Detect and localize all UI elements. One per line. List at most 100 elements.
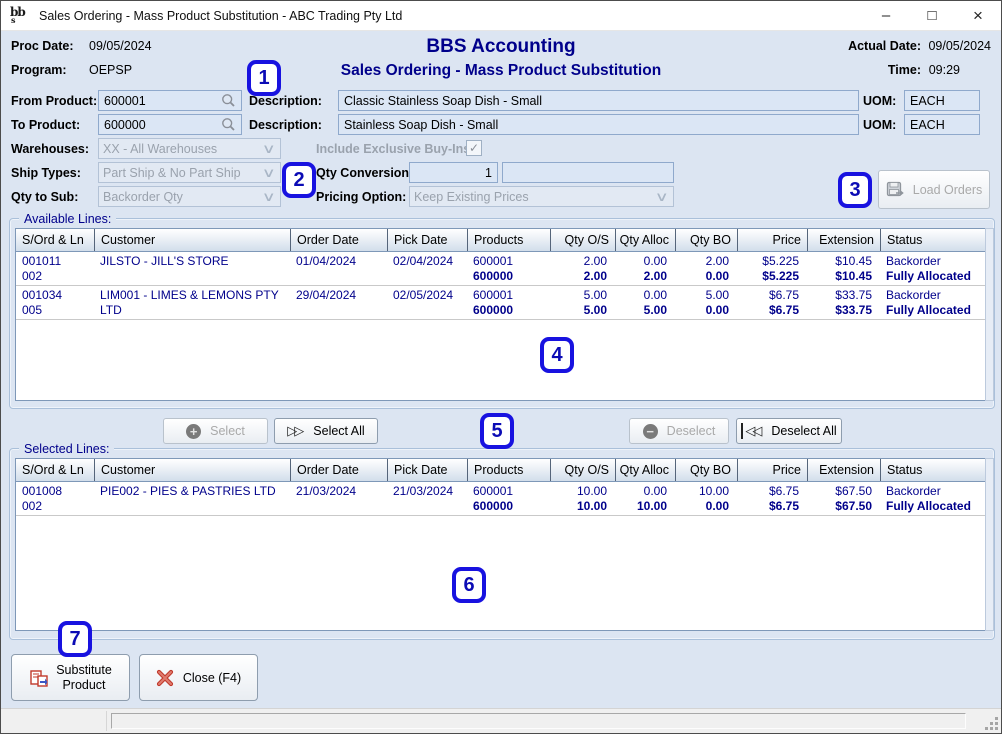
- callout-7: 7: [58, 621, 92, 657]
- minimize-icon[interactable]: –: [863, 1, 909, 30]
- col-price[interactable]: Price: [737, 459, 807, 481]
- from-product-input[interactable]: 600001: [98, 90, 242, 111]
- col-qty-alloc[interactable]: Qty Alloc: [615, 459, 675, 481]
- pricing-option-dropdown[interactable]: Keep Existing Prices ∨: [409, 186, 674, 207]
- col-pick-date[interactable]: Pick Date: [387, 459, 467, 481]
- warehouses-label: Warehouses:: [11, 142, 89, 156]
- resize-grip[interactable]: [986, 718, 998, 730]
- to-description-value: Stainless Soap Dish - Small: [344, 118, 498, 132]
- col-status[interactable]: Status: [880, 229, 985, 251]
- deselect-all-icon: ◁◁: [741, 423, 762, 439]
- available-table-scrollbar[interactable]: [985, 228, 994, 401]
- close-icon: [156, 669, 174, 687]
- qty-bo: 2.00: [681, 254, 729, 269]
- col-status[interactable]: Status: [880, 459, 985, 481]
- price: $6.75: [743, 288, 799, 303]
- to-uom-label: UOM:: [863, 118, 896, 132]
- table-row[interactable]: 001008002 PIE002 - PIES & PASTRIES LTD 2…: [16, 482, 985, 516]
- callout-6: 6: [452, 567, 486, 603]
- status: Backorder: [886, 484, 979, 499]
- qty-os: 5.00: [556, 288, 607, 303]
- col-pick-date[interactable]: Pick Date: [387, 229, 467, 251]
- qty-os: 10.00: [556, 484, 607, 499]
- qty-conversion-label: Qty Conversion:: [316, 166, 413, 180]
- col-customer[interactable]: Customer: [94, 459, 290, 481]
- col-order-date[interactable]: Order Date: [290, 229, 387, 251]
- pick-date: 02/05/2024: [393, 288, 461, 303]
- product-to: 600000: [473, 499, 544, 514]
- maximize-icon[interactable]: □: [909, 1, 955, 30]
- search-icon[interactable]: [221, 93, 236, 108]
- close-window-icon[interactable]: ×: [955, 1, 1001, 30]
- from-uom-input[interactable]: EACH: [904, 90, 980, 111]
- customer: JILSTO - JILL'S STORE: [100, 254, 284, 269]
- to-uom-input[interactable]: EACH: [904, 114, 980, 135]
- substitute-product-button[interactable]: Substitute Product: [11, 654, 130, 701]
- customer: PIE002 - PIES & PASTRIES LTD: [100, 484, 284, 499]
- deselect-all-button[interactable]: ◁◁ Deselect All: [736, 418, 842, 444]
- table-row[interactable]: 001011002 JILSTO - JILL'S STORE 01/04/20…: [16, 252, 985, 286]
- col-products[interactable]: Products: [467, 229, 550, 251]
- select-button[interactable]: + Select: [163, 418, 268, 444]
- ship-types-label: Ship Types:: [11, 166, 81, 180]
- ship-types-value: Part Ship & No Part Ship: [103, 166, 241, 180]
- to-product-label: To Product:: [11, 118, 80, 132]
- qty-to-sub-dropdown[interactable]: Backorder Qty ∨: [98, 186, 281, 207]
- status: Backorder: [886, 254, 979, 269]
- select-plus-icon: +: [186, 424, 201, 439]
- from-uom-value: EACH: [910, 94, 945, 108]
- from-description-input[interactable]: Classic Stainless Soap Dish - Small: [338, 90, 859, 111]
- pricing-option-label: Pricing Option:: [316, 190, 406, 204]
- screen-title: Sales Ordering - Mass Product Substituti…: [1, 62, 1001, 80]
- warehouses-value: XX - All Warehouses: [103, 142, 217, 156]
- col-price[interactable]: Price: [737, 229, 807, 251]
- close-button[interactable]: Close (F4): [139, 654, 258, 701]
- ord-no: 001011: [22, 254, 88, 269]
- status-divider: [106, 711, 107, 731]
- ord-no: 001008: [22, 484, 88, 499]
- window-controls: – □ ×: [863, 1, 1001, 30]
- col-qty-bo[interactable]: Qty BO: [675, 459, 737, 481]
- close-label: Close (F4): [183, 671, 241, 685]
- to-uom-value: EACH: [910, 118, 945, 132]
- selected-lines-group-label: Selected Lines:: [19, 442, 114, 456]
- col-products[interactable]: Products: [467, 459, 550, 481]
- warehouses-dropdown[interactable]: XX - All Warehouses ∨: [98, 138, 281, 159]
- to-description-input[interactable]: Stainless Soap Dish - Small: [338, 114, 859, 135]
- table-row[interactable]: 001034005 LIM001 - LIMES & LEMONS PTYLTD…: [16, 286, 985, 320]
- available-table-header: S/Ord & Ln Customer Order Date Pick Date…: [16, 229, 985, 252]
- deselect-button[interactable]: − Deselect: [629, 418, 729, 444]
- ord-line: 002: [22, 499, 88, 514]
- col-extension[interactable]: Extension: [807, 229, 880, 251]
- search-icon[interactable]: [221, 117, 236, 132]
- qty-conversion-input[interactable]: 1: [409, 162, 498, 183]
- to-product-input[interactable]: 600000: [98, 114, 242, 135]
- from-product-label: From Product:: [11, 94, 97, 108]
- col-sord-ln[interactable]: S/Ord & Ln: [16, 229, 94, 251]
- col-order-date[interactable]: Order Date: [290, 459, 387, 481]
- price: $5.225: [743, 254, 799, 269]
- from-uom-label: UOM:: [863, 94, 896, 108]
- col-extension[interactable]: Extension: [807, 459, 880, 481]
- select-all-button[interactable]: ▷▷ Select All: [274, 418, 378, 444]
- customer: LIM001 - LIMES & LEMONS PTY: [100, 288, 284, 303]
- col-customer[interactable]: Customer: [94, 229, 290, 251]
- time-label: Time:: [888, 63, 921, 77]
- to-description-label: Description:: [249, 118, 322, 132]
- callout-5: 5: [480, 413, 514, 449]
- col-qty-bo[interactable]: Qty BO: [675, 229, 737, 251]
- status: Backorder: [886, 288, 979, 303]
- available-lines-group-label: Available Lines:: [19, 212, 116, 226]
- col-qty-alloc[interactable]: Qty Alloc: [615, 229, 675, 251]
- qty-conversion-secondary-input[interactable]: [502, 162, 674, 183]
- col-qty-os[interactable]: Qty O/S: [550, 229, 615, 251]
- include-exclusive-checkbox[interactable]: ✓: [466, 140, 482, 156]
- selected-table-scrollbar[interactable]: [985, 458, 994, 631]
- qty-alloc: 0.00: [621, 484, 667, 499]
- window-title: Sales Ordering - Mass Product Substituti…: [39, 9, 402, 23]
- col-qty-os[interactable]: Qty O/S: [550, 459, 615, 481]
- actual-date-value: 09/05/2024: [928, 39, 991, 53]
- col-sord-ln[interactable]: S/Ord & Ln: [16, 459, 94, 481]
- ship-types-dropdown[interactable]: Part Ship & No Part Ship ∨: [98, 162, 281, 183]
- load-orders-button[interactable]: Load Orders: [878, 170, 990, 209]
